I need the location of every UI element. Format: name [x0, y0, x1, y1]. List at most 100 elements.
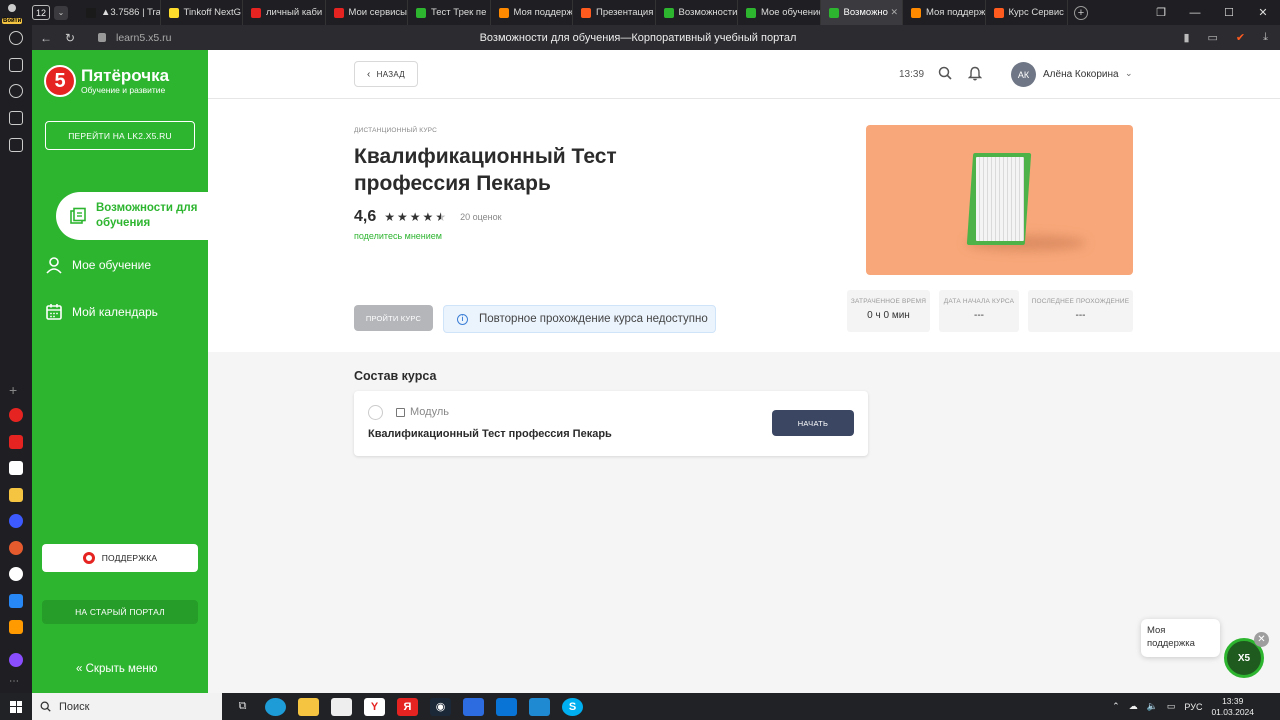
- start-button[interactable]: НАЧАТЬ: [772, 410, 854, 436]
- status-circle-icon: [368, 405, 383, 420]
- windows-start-icon[interactable]: [0, 693, 32, 720]
- browser-tab[interactable]: Курс Сервис: [986, 0, 1068, 25]
- mail-app-icon[interactable]: [496, 697, 517, 716]
- tab-label: Мои сервисы: [348, 7, 408, 18]
- sidebar-item-my-learning[interactable]: Мое обучение: [45, 256, 151, 274]
- browser-tab[interactable]: личный каби: [243, 0, 326, 25]
- favicon-icon: [168, 7, 179, 18]
- old-portal-button[interactable]: НА СТАРЫЙ ПОРТАЛ: [42, 600, 198, 624]
- user-name[interactable]: Алёна Кокорина: [1043, 69, 1119, 80]
- battery-icon[interactable]: ▭: [1167, 701, 1176, 712]
- steam-icon[interactable]: ◉: [430, 697, 451, 716]
- support-button[interactable]: ПОДДЕРЖКА: [42, 544, 198, 572]
- tradingview-icon[interactable]: [9, 461, 23, 475]
- browser-tab[interactable]: Tinkoff NextG: [161, 0, 243, 25]
- avito-icon[interactable]: [9, 541, 23, 555]
- network-icon[interactable]: ☁: [1129, 701, 1138, 712]
- yandex-icon[interactable]: Я: [397, 697, 418, 716]
- close-tab-icon[interactable]: ✕: [890, 7, 898, 18]
- search-icon[interactable]: [938, 66, 952, 80]
- lock-icon[interactable]: [98, 33, 106, 42]
- portal-page: 5 Пятёрочка Обучение и развитие ПЕРЕЙТИ …: [32, 50, 1280, 693]
- stat-label: ПОСЛЕДНЕЕ ПРОХОЖДЕНИЕ: [1031, 298, 1130, 305]
- browser-tab[interactable]: Мое обучение: [738, 0, 821, 25]
- download-icon[interactable]: ⤓: [1263, 31, 1268, 44]
- sidebar-item-opportunities[interactable]: Возможности для обучения: [56, 192, 208, 240]
- browser-tab[interactable]: Моя поддерж: [491, 0, 573, 25]
- browser-tab[interactable]: Мои сервисы: [326, 0, 408, 25]
- browser-tab[interactable]: Моя поддерж: [903, 0, 986, 25]
- course-title: Квалификационный Тест профессия Пекарь: [354, 145, 617, 195]
- mail-icon[interactable]: [9, 620, 23, 634]
- add-icon[interactable]: +: [9, 382, 23, 398]
- chevron-down-icon[interactable]: ⌄: [1125, 68, 1133, 79]
- share-opinion-link[interactable]: поделитесь мнением: [354, 231, 442, 241]
- yandex-browser-icon[interactable]: Y: [364, 697, 385, 716]
- alice-icon[interactable]: [9, 653, 23, 667]
- new-tab-icon[interactable]: +: [1074, 5, 1088, 20]
- volume-icon[interactable]: 🔈: [1147, 701, 1158, 712]
- tab-label: Моя поддерж: [926, 7, 986, 18]
- chevron-up-icon[interactable]: ⌃: [1112, 701, 1120, 712]
- counter-icon[interactable]: [9, 111, 23, 125]
- task-view-icon[interactable]: ⧉: [232, 698, 253, 716]
- back-arrow-icon[interactable]: ←: [36, 31, 56, 45]
- notes-icon[interactable]: [9, 58, 23, 72]
- hide-menu-button[interactable]: « Скрыть меню: [76, 663, 157, 675]
- play-icon[interactable]: [9, 84, 23, 98]
- browser-tab[interactable]: Возможно ✕: [820, 0, 903, 25]
- collections-icon[interactable]: ❐: [1144, 6, 1178, 19]
- browser-tab[interactable]: Возможности: [656, 0, 738, 25]
- youtube-icon[interactable]: [9, 435, 23, 449]
- skype-icon[interactable]: S: [562, 697, 583, 716]
- main-sidebar: 5 Пятёрочка Обучение и развитие ПЕРЕЙТИ …: [32, 50, 208, 693]
- clock[interactable]: 13:39 01.03.2024: [1211, 696, 1254, 718]
- taskbar-search[interactable]: Поиск: [32, 693, 222, 720]
- history-icon[interactable]: [9, 31, 23, 45]
- profile-icon[interactable]: Войти: [0, 1, 24, 25]
- bookmark-icon[interactable]: ▮: [1183, 31, 1189, 44]
- reader-icon[interactable]: ▭: [1208, 31, 1218, 44]
- youtube-music-icon[interactable]: [9, 408, 23, 422]
- logo[interactable]: 5 Пятёрочка Обучение и развитие: [44, 65, 169, 97]
- minimize-icon[interactable]: —: [1178, 7, 1212, 19]
- screenshot-icon[interactable]: [9, 138, 23, 152]
- close-icon[interactable]: ✕: [1254, 632, 1269, 647]
- tab-counter[interactable]: 12: [32, 5, 50, 20]
- vscode-icon[interactable]: [529, 697, 550, 716]
- app-icon[interactable]: [9, 488, 23, 502]
- maximize-icon[interactable]: ☐: [1212, 6, 1246, 19]
- back-button[interactable]: ‹ НАЗАД: [354, 61, 418, 87]
- stat-time-spent: ЗАТРАЧЕННОЕ ВРЕМЯ 0 ч 0 мин: [847, 290, 930, 332]
- take-course-button[interactable]: ПРОЙТИ КУРС: [354, 305, 433, 331]
- reload-icon[interactable]: ↻: [60, 31, 80, 45]
- keyboard-language[interactable]: РУС: [1184, 702, 1202, 712]
- chevron-down-icon[interactable]: ⌄: [54, 5, 68, 20]
- vk-icon[interactable]: [9, 594, 23, 608]
- chat-bubble[interactable]: Моя поддержка: [1141, 619, 1220, 657]
- browser-tab[interactable]: Тест Трек пе: [408, 0, 491, 25]
- bell-icon[interactable]: [968, 66, 982, 81]
- yandex-icon[interactable]: ✔: [1236, 31, 1245, 44]
- explorer-icon[interactable]: [298, 697, 319, 716]
- link-icon[interactable]: [9, 567, 23, 581]
- sidebar-item-calendar[interactable]: Мой календарь: [45, 303, 158, 321]
- brand-name: Пятёрочка: [81, 66, 170, 85]
- lk-portal-button[interactable]: ПЕРЕЙТИ НА LK2.X5.RU: [45, 121, 195, 150]
- edge-icon[interactable]: [265, 697, 286, 716]
- store-icon[interactable]: [331, 697, 352, 716]
- course-composition-section: Состав курса Модуль Квалификационный Тес…: [208, 352, 1280, 693]
- browser-tab[interactable]: ▲3.7586 | Tra: [78, 0, 161, 25]
- openai-icon[interactable]: [9, 514, 23, 528]
- book-illustration: [966, 153, 1032, 245]
- library-icon: [70, 207, 86, 224]
- avatar[interactable]: АК: [1011, 62, 1036, 87]
- url-text[interactable]: learn5.x5.ru: [116, 32, 171, 44]
- bookmark-app-icon[interactable]: [463, 697, 484, 716]
- tab-strip: ▲3.7586 | Tra Tinkoff NextG личный каби Мои…: [78, 0, 1068, 25]
- stat-last-pass: ПОСЛЕДНЕЕ ПРОХОЖДЕНИЕ ---: [1028, 290, 1133, 332]
- favicon-icon: [416, 7, 426, 18]
- close-icon[interactable]: ✕: [1246, 6, 1280, 19]
- browser-tab[interactable]: Презентация: [573, 0, 656, 25]
- more-icon[interactable]: ⋯: [9, 676, 23, 690]
